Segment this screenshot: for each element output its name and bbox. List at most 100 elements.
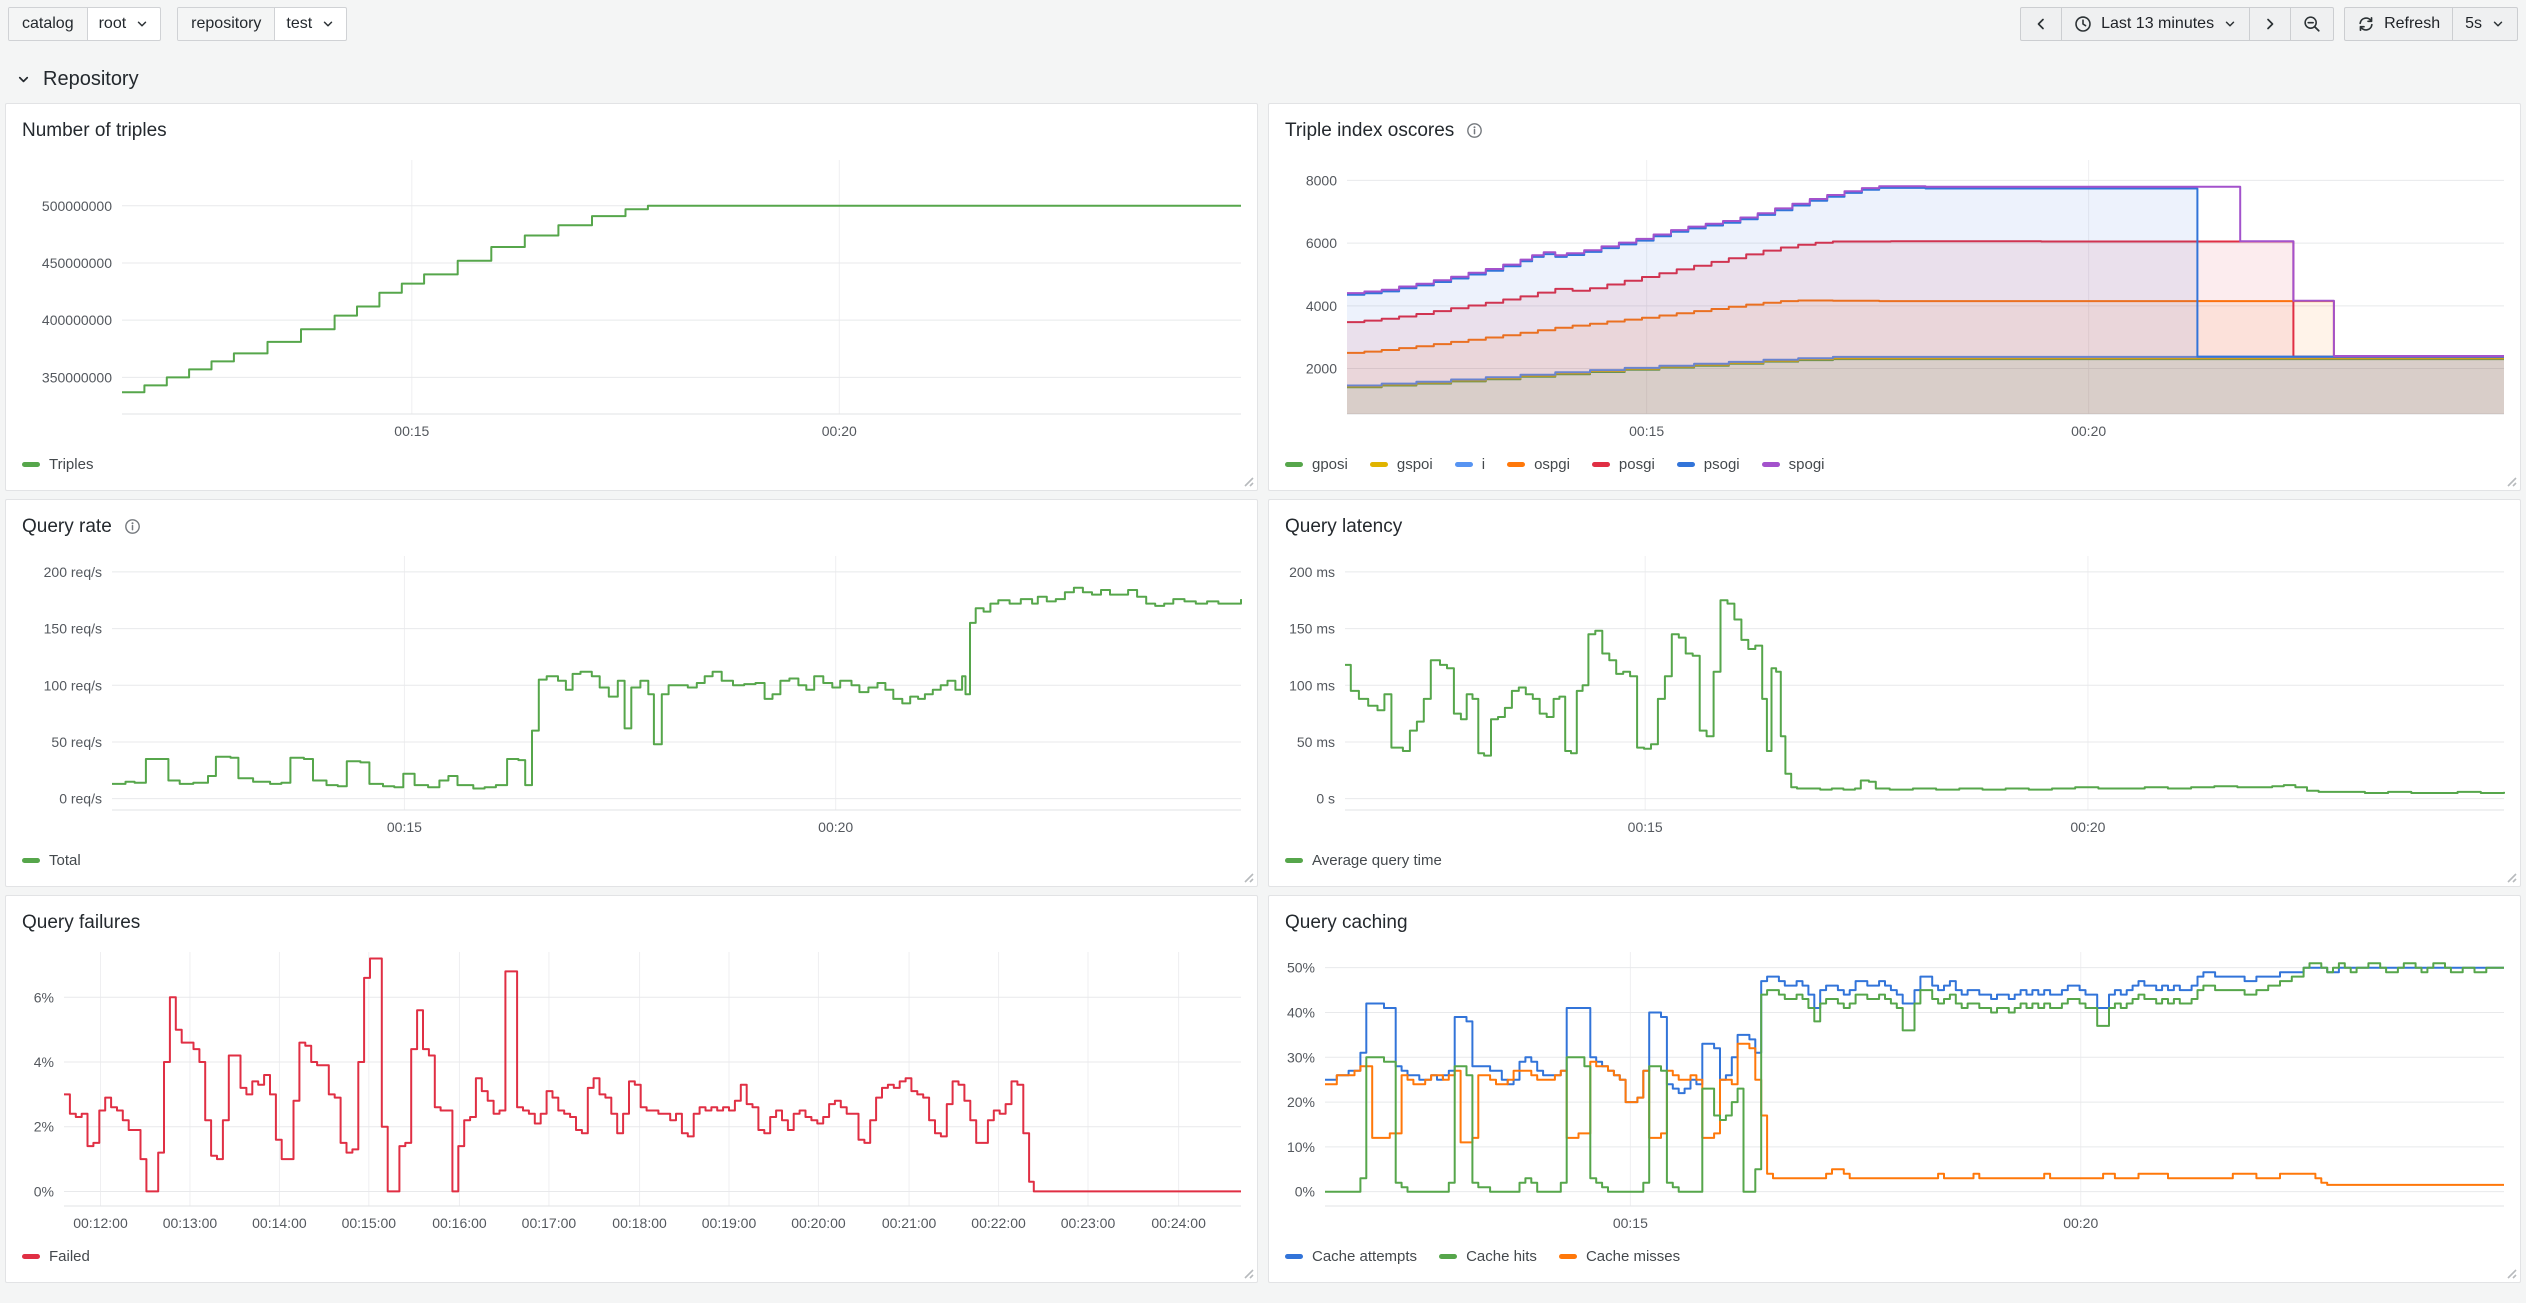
panel-title[interactable]: Query caching	[1285, 912, 1408, 934]
legend-item[interactable]: Average query time	[1285, 852, 1442, 869]
svg-text:00:15: 00:15	[1629, 423, 1664, 439]
legend-series-color	[1439, 1254, 1457, 1259]
zoom-out-button[interactable]	[2290, 8, 2333, 40]
legend-item[interactable]: gposi	[1285, 456, 1348, 473]
svg-text:20%: 20%	[1287, 1094, 1315, 1110]
legend-item[interactable]: Total	[22, 852, 81, 869]
time-series-chart[interactable]: 200040006000800000:1500:20	[1269, 146, 2520, 448]
svg-text:450000000: 450000000	[42, 255, 112, 271]
chart-legend: gposi gspoi i ospgi posgi psogi spogi	[1269, 448, 2520, 490]
legend-series-color	[1507, 462, 1525, 467]
time-shift-back-button[interactable]	[2021, 8, 2061, 40]
variable-repository-value: test	[286, 15, 312, 33]
panel-resize-handle[interactable]	[2503, 869, 2517, 883]
refresh-interval-dropdown[interactable]: 5s	[2452, 8, 2517, 40]
svg-text:00:20: 00:20	[822, 423, 857, 439]
legend-series-label: Triples	[49, 456, 93, 473]
variable-catalog-dropdown[interactable]: root	[88, 8, 161, 40]
svg-text:00:15: 00:15	[394, 423, 429, 439]
legend-item[interactable]: spogi	[1762, 456, 1825, 473]
time-series-chart[interactable]: 0%2%4%6%00:12:0000:13:0000:14:0000:15:00…	[6, 938, 1257, 1240]
svg-text:200 ms: 200 ms	[1289, 564, 1335, 580]
time-series-chart[interactable]: 0%10%20%30%40%50%00:1500:20	[1269, 938, 2520, 1240]
svg-text:500000000: 500000000	[42, 198, 112, 214]
legend-item[interactable]: Cache hits	[1439, 1248, 1537, 1265]
svg-text:4000: 4000	[1306, 298, 1337, 314]
variable-catalog-value: root	[99, 15, 127, 33]
legend-series-label: Cache attempts	[1312, 1248, 1417, 1265]
svg-text:00:15: 00:15	[1613, 1215, 1648, 1231]
clock-icon	[2074, 15, 2092, 33]
legend-item[interactable]: Cache attempts	[1285, 1248, 1417, 1265]
time-range-label: Last 13 minutes	[2101, 15, 2214, 33]
chevron-down-icon	[16, 72, 31, 87]
panel-title[interactable]: Query rate	[22, 516, 112, 538]
panel-resize-handle[interactable]	[1240, 473, 1254, 487]
legend-item[interactable]: Cache misses	[1559, 1248, 1680, 1265]
panel-resize-handle[interactable]	[2503, 473, 2517, 487]
legend-series-label: Cache misses	[1586, 1248, 1680, 1265]
legend-series-label: Average query time	[1312, 852, 1442, 869]
panel-query-failures: Query failures 0%2%4%6%00:12:0000:13:000…	[5, 895, 1258, 1283]
panel-title[interactable]: Query latency	[1285, 516, 1402, 538]
variable-repository-dropdown[interactable]: test	[275, 8, 346, 40]
svg-text:00:17:00: 00:17:00	[522, 1215, 577, 1231]
panel-query-caching: Query caching 0%10%20%30%40%50%00:1500:2…	[1268, 895, 2521, 1283]
variable-repository-label: repository	[178, 8, 275, 40]
legend-item[interactable]: posgi	[1592, 456, 1655, 473]
time-range-picker[interactable]: Last 13 minutes	[2061, 8, 2249, 40]
legend-series-label: ospgi	[1534, 456, 1570, 473]
legend-series-label: posgi	[1619, 456, 1655, 473]
legend-item[interactable]: i	[1455, 456, 1485, 473]
panel-query-rate: Query rate 0 req/s50 req/s100 req/s150 r…	[5, 499, 1258, 887]
section-row-repository[interactable]: Repository	[0, 48, 2526, 103]
legend-series-color	[22, 462, 40, 467]
panel-title[interactable]: Triple index oscores	[1285, 120, 1454, 142]
panel-triple-index-oscores: Triple index oscores 200040006000800000:…	[1268, 103, 2521, 491]
panel-resize-handle[interactable]	[2503, 1265, 2517, 1279]
chart-legend: Triples	[6, 448, 1257, 490]
panel-title[interactable]: Query failures	[22, 912, 140, 934]
legend-series-color	[22, 1254, 40, 1259]
chevron-down-icon	[2491, 17, 2505, 31]
legend-series-label: Failed	[49, 1248, 90, 1265]
template-variables: catalog root repository test	[8, 7, 347, 41]
svg-text:00:14:00: 00:14:00	[252, 1215, 307, 1231]
panel-grid: Number of triples 3500000004000000004500…	[5, 103, 2521, 1283]
legend-item[interactable]: Triples	[22, 456, 93, 473]
chart-legend: Failed	[6, 1240, 1257, 1282]
svg-text:00:23:00: 00:23:00	[1061, 1215, 1116, 1231]
time-series-chart[interactable]: 0 s50 ms100 ms150 ms200 ms00:1500:20	[1269, 542, 2520, 844]
refresh-button[interactable]: Refresh	[2345, 8, 2452, 40]
time-series-chart[interactable]: 0 req/s50 req/s100 req/s150 req/s200 req…	[6, 542, 1257, 844]
panel-title[interactable]: Number of triples	[22, 120, 167, 142]
legend-series-label: gspoi	[1397, 456, 1433, 473]
time-shift-forward-button[interactable]	[2249, 8, 2290, 40]
legend-series-label: spogi	[1789, 456, 1825, 473]
legend-series-color	[1285, 462, 1303, 467]
variable-catalog: catalog root	[8, 7, 161, 41]
svg-text:200 req/s: 200 req/s	[44, 564, 102, 580]
legend-item[interactable]: ospgi	[1507, 456, 1570, 473]
svg-text:0 req/s: 0 req/s	[59, 791, 102, 807]
svg-text:0%: 0%	[34, 1183, 54, 1199]
svg-text:00:12:00: 00:12:00	[73, 1215, 128, 1231]
legend-series-color	[1762, 462, 1780, 467]
panel-resize-handle[interactable]	[1240, 1265, 1254, 1279]
time-and-refresh-controls: Last 13 minutes Refresh	[2020, 7, 2518, 41]
chart-legend: Cache attempts Cache hits Cache misses	[1269, 1240, 2520, 1282]
svg-text:50 req/s: 50 req/s	[51, 734, 102, 750]
legend-series-label: Total	[49, 852, 81, 869]
time-controls: Last 13 minutes	[2020, 7, 2334, 41]
info-icon[interactable]	[124, 518, 141, 535]
legend-item[interactable]: gspoi	[1370, 456, 1433, 473]
svg-text:00:20: 00:20	[2063, 1215, 2098, 1231]
legend-series-label: Cache hits	[1466, 1248, 1537, 1265]
info-icon[interactable]	[1466, 122, 1483, 139]
refresh-label: Refresh	[2384, 15, 2440, 33]
legend-item[interactable]: Failed	[22, 1248, 90, 1265]
time-series-chart[interactable]: 35000000040000000045000000050000000000:1…	[6, 146, 1257, 448]
legend-item[interactable]: psogi	[1677, 456, 1740, 473]
legend-series-color	[22, 858, 40, 863]
panel-resize-handle[interactable]	[1240, 869, 1254, 883]
